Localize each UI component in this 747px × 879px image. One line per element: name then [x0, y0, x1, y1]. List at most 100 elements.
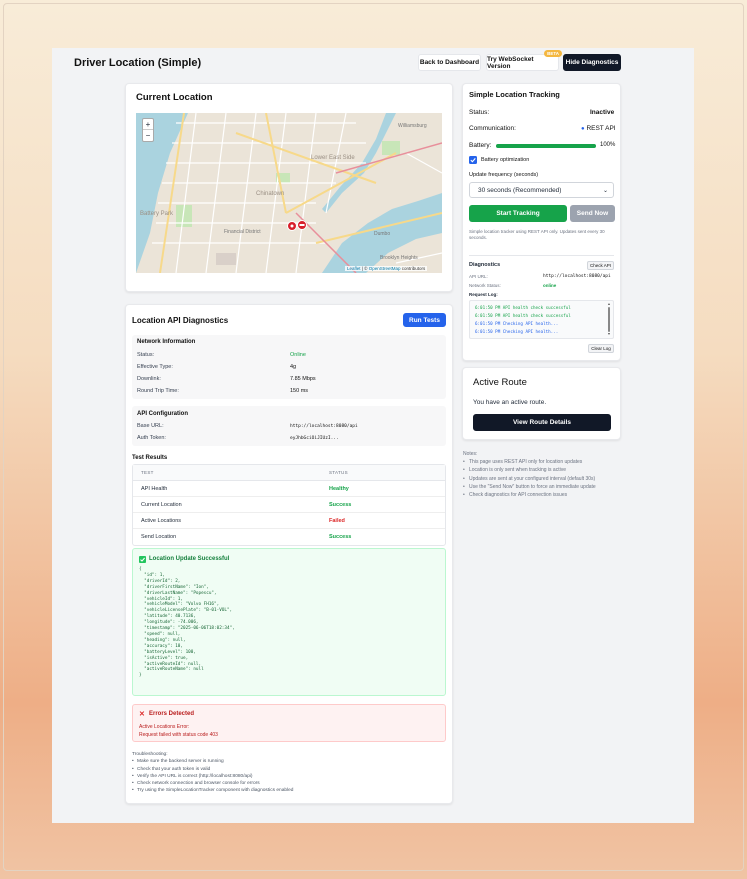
status-value: Inactive: [590, 109, 615, 116]
list-item: Check diagnostics for API connection iss…: [463, 491, 596, 499]
request-log-label: Request Log:: [469, 292, 498, 297]
log-line: 6:01:50 PM API health check successful: [475, 305, 571, 310]
svg-text:Chinatown: Chinatown: [256, 191, 284, 197]
api-url-value: http://localhost:8080/api: [543, 274, 611, 279]
svg-text:Dumbo: Dumbo: [374, 231, 390, 237]
clear-log-button[interactable]: Clear Log: [588, 344, 614, 353]
communication-value: ● REST API: [581, 125, 616, 132]
check-square-icon: [139, 556, 146, 563]
table-row: Send Location Success: [133, 529, 445, 545]
beta-badge: BETA: [544, 50, 562, 57]
log-line: 6:01:50 PM API health check successful: [475, 313, 571, 318]
communication-label: Communication:: [469, 125, 516, 132]
frequency-selected: 30 seconds (Recommended): [478, 186, 562, 194]
scroll-down-icon[interactable]: ▼: [607, 332, 611, 336]
frequency-select[interactable]: 30 seconds (Recommended) ⌄: [469, 182, 614, 198]
error-line-2: Request failed with status code 403: [139, 732, 218, 738]
map-attribution: Leaflet | © OpenStreetMap contributors: [345, 266, 428, 271]
scroll-up-icon[interactable]: ▲: [607, 302, 611, 306]
success-response-box: Location Update Successful { "id": 1, "d…: [132, 548, 446, 696]
hide-diagnostics-button[interactable]: Hide Diagnostics: [563, 54, 621, 71]
test-name: API Health: [141, 485, 168, 492]
error-line-1: Active Locations Error:: [139, 724, 190, 730]
location-map[interactable]: Williamsburg Lower East Side Battery Par…: [136, 113, 442, 273]
communication-text: REST API: [586, 125, 616, 132]
troubleshooting-section: Troubleshooting: Make sure the backend s…: [132, 751, 293, 795]
col-status-header: STATUS: [329, 470, 348, 475]
test-name: Active Locations: [141, 517, 182, 524]
test-results-table: TEST STATUS API Health Healthy Current L…: [132, 464, 446, 546]
effective-type-label: Effective Type:: [137, 364, 173, 370]
col-test-header: TEST: [141, 470, 154, 475]
downlink-label: Downlink:: [137, 376, 161, 382]
table-row: API Health Healthy: [133, 481, 445, 497]
log-scrollbar[interactable]: ▲ ▼: [607, 302, 611, 338]
success-title: Location Update Successful: [149, 556, 230, 562]
leaflet-link[interactable]: Leaflet: [347, 266, 361, 271]
send-now-button[interactable]: Send Now: [570, 205, 615, 222]
test-status: Success: [329, 501, 352, 508]
table-row: Current Location Success: [133, 497, 445, 513]
log-line: 6:01:50 PM Checking API health...: [475, 329, 559, 334]
map-tiles: Williamsburg Lower East Side Battery Par…: [136, 113, 442, 273]
error-x-icon: ✕: [139, 711, 145, 718]
table-header: TEST STATUS: [133, 465, 445, 481]
divider: [469, 255, 614, 256]
test-status: Success: [329, 534, 352, 540]
test-name: Current Location: [141, 501, 182, 508]
rtt-value: 150 ms: [290, 388, 309, 394]
tracker-description: Simple location tracker using REST API o…: [469, 229, 605, 240]
list-item: Try using the SimpleLocationTracker comp…: [132, 787, 293, 795]
view-route-details-button[interactable]: View Route Details: [473, 414, 611, 431]
list-item: Make sure the backend server is running: [132, 758, 293, 766]
api-diagnostics-title: Location API Diagnostics: [132, 316, 229, 325]
zoom-in-button[interactable]: +: [143, 119, 153, 130]
errors-box: ✕ Errors Detected Active Locations Error…: [132, 704, 446, 742]
battery-label: Battery:: [469, 142, 492, 149]
table-row: Active Locations Failed: [133, 513, 445, 529]
battery-value: 100%: [600, 142, 616, 148]
start-tracking-button[interactable]: Start Tracking: [469, 205, 567, 222]
test-status: Healthy: [329, 485, 349, 492]
log-line: 6:01:50 PM Checking API health...: [475, 321, 559, 326]
svg-text:Financial District: Financial District: [224, 229, 261, 235]
request-log[interactable]: 6:01:50 PM API health check successful 6…: [469, 300, 614, 339]
notes-title: Notes:: [463, 451, 478, 457]
svg-text:Battery Park: Battery Park: [140, 211, 174, 217]
zoom-out-button[interactable]: −: [146, 131, 151, 140]
check-api-button[interactable]: Check API: [587, 261, 614, 270]
osm-link[interactable]: OpenStreetMap: [369, 266, 401, 271]
map-zoom-control: + −: [142, 118, 154, 142]
battery-optimization-label: Battery optimization: [481, 157, 530, 163]
back-to-dashboard-button[interactable]: Back to Dashboard: [418, 54, 481, 71]
run-tests-button[interactable]: Run Tests: [403, 313, 446, 327]
list-item: Check that your auth token is valid: [132, 766, 293, 774]
battery-fill: [496, 144, 596, 148]
svg-text:Lower East Side: Lower East Side: [311, 155, 355, 161]
list-item: Updates are sent at your configured inte…: [463, 475, 596, 483]
auth-token-label: Auth Token:: [137, 435, 166, 441]
frequency-label: Update frequency (seconds): [469, 172, 539, 178]
location-marker-icon[interactable]: [286, 219, 310, 233]
tracker-title: Simple Location Tracking: [469, 90, 560, 99]
active-route-title: Active Route: [473, 377, 527, 388]
try-websocket-button[interactable]: Try WebSocket Version BETA: [486, 50, 562, 71]
list-item: Use the "Send Now" button to force an im…: [463, 483, 596, 491]
network-info-title: Network Information: [137, 339, 196, 345]
errors-title: Errors Detected: [149, 711, 195, 717]
battery-optimization-checkbox[interactable]: [469, 156, 477, 164]
base-url-label: Base URL:: [137, 423, 164, 429]
rtt-label: Round Trip Time:: [137, 388, 179, 394]
network-status-label: Network Status:: [469, 283, 501, 288]
current-location-title: Current Location: [136, 92, 213, 103]
network-status-value: online: [543, 283, 557, 288]
test-name: Send Location: [141, 534, 177, 540]
list-item: Check network connection and browser con…: [132, 780, 293, 788]
list-item: Verify the API URL is correct (http://lo…: [132, 773, 293, 781]
api-url-label: API URL:: [469, 274, 488, 279]
svg-text:Brooklyn Heights: Brooklyn Heights: [380, 255, 418, 261]
chevron-down-icon: ⌄: [602, 187, 608, 194]
scroll-thumb[interactable]: [607, 307, 611, 332]
svg-text:Williamsburg: Williamsburg: [398, 123, 427, 129]
page-title: Driver Location (Simple): [74, 57, 202, 69]
